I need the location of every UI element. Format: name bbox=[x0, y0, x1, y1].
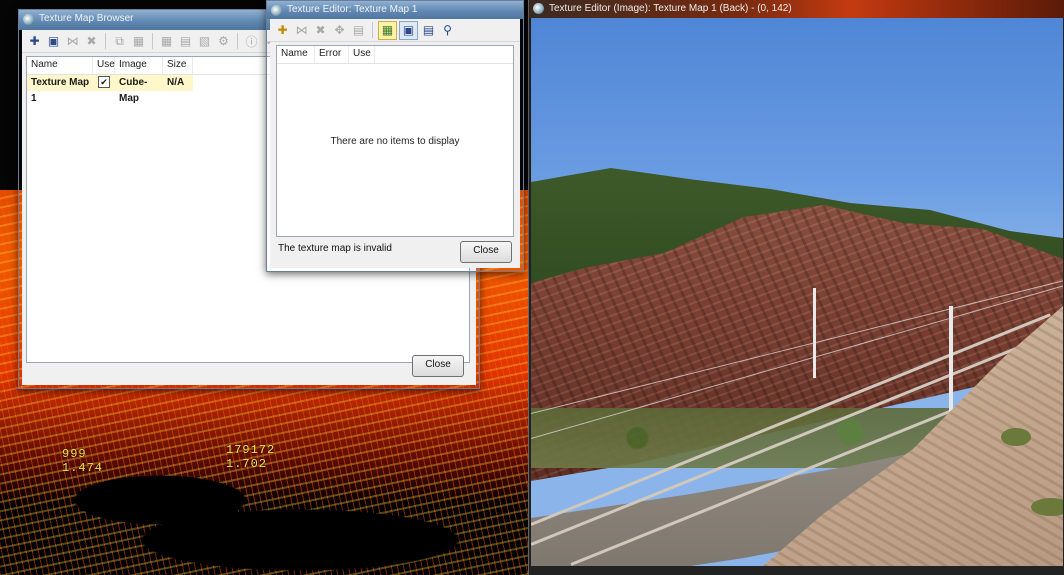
image-view-icon[interactable]: ▣ bbox=[399, 20, 418, 40]
checkbox-icon[interactable]: ✔ bbox=[98, 76, 110, 88]
settings-icon[interactable]: ⚙ bbox=[215, 33, 232, 50]
toolbar-separator bbox=[152, 33, 153, 49]
image-icon[interactable]: ▧ bbox=[196, 33, 213, 50]
editor-title: Texture Editor: Texture Map 1 bbox=[287, 4, 418, 15]
photo-pole bbox=[813, 288, 816, 378]
delete-icon[interactable]: ✖ bbox=[312, 22, 329, 39]
delete-icon[interactable]: ✖ bbox=[83, 33, 100, 50]
point-label-1-id: 999 bbox=[62, 447, 87, 461]
browser-close-button[interactable]: Close bbox=[412, 355, 464, 377]
toolbar-separator bbox=[105, 33, 106, 49]
editor-close-button[interactable]: Close bbox=[460, 241, 512, 263]
grid-icon[interactable]: ▦ bbox=[158, 33, 175, 50]
add-icon[interactable]: ✚ bbox=[26, 33, 43, 50]
link-icon[interactable]: ⋈ bbox=[293, 22, 310, 39]
texture-image-title: Texture Editor (Image): Texture Map 1 (B… bbox=[549, 3, 792, 14]
point-label-2-id: 179172 bbox=[226, 443, 276, 457]
add-camera-icon[interactable]: ▣ bbox=[45, 33, 62, 50]
link-icon[interactable]: ⋈ bbox=[64, 33, 81, 50]
toolbar-separator bbox=[372, 22, 373, 38]
photo-pole bbox=[949, 306, 953, 426]
document-icon[interactable]: ▤ bbox=[350, 22, 367, 39]
app-icon bbox=[533, 3, 544, 14]
photo-scrub bbox=[1001, 428, 1031, 446]
column-name[interactable]: Name bbox=[27, 57, 93, 74]
move-icon[interactable]: ✥ bbox=[331, 22, 348, 39]
column-size[interactable]: Size bbox=[163, 57, 193, 74]
texture-editor-window[interactable]: Texture Editor: Texture Map 1 ✚ ⋈ ✖ ✥ ▤ … bbox=[266, 0, 524, 272]
editor-toolbar: ✚ ⋈ ✖ ✥ ▤ ▦ ▣ ▤ ⚲ bbox=[270, 19, 520, 42]
browser-title: Texture Map Browser bbox=[39, 13, 134, 24]
grid-toggle-icon[interactable]: ▦ bbox=[378, 20, 397, 40]
photo-scrub bbox=[1031, 498, 1063, 516]
editor-body: ✚ ⋈ ✖ ✥ ▤ ▦ ▣ ▤ ⚲ Name Error Use There a… bbox=[270, 19, 520, 268]
app-icon bbox=[271, 5, 282, 16]
point-label-2: 179172 1.702 bbox=[226, 443, 275, 471]
row-use-checkbox[interactable]: ✔ bbox=[93, 75, 115, 91]
list-header: Name Error Use bbox=[277, 46, 513, 64]
column-error[interactable]: Error bbox=[315, 46, 349, 63]
table-row[interactable]: Texture Map 1 ✔ Cube-Map N/A bbox=[27, 75, 193, 104]
editor-titlebar[interactable]: Texture Editor: Texture Map 1 bbox=[267, 1, 523, 19]
toolbar-separator bbox=[237, 33, 238, 49]
texture-photo[interactable] bbox=[531, 18, 1063, 566]
add-item-icon[interactable]: ✚ bbox=[274, 22, 291, 39]
texture-item-list[interactable]: Name Error Use There are no items to dis… bbox=[276, 45, 514, 237]
column-use[interactable]: Use bbox=[93, 57, 115, 74]
point-label-2-value: 1.702 bbox=[226, 457, 268, 471]
row-image: Cube-Map bbox=[119, 77, 148, 104]
copy-icon[interactable]: ⧉ bbox=[111, 33, 128, 50]
point-label-1: 999 1.474 bbox=[62, 447, 103, 475]
column-use[interactable]: Use bbox=[349, 46, 375, 63]
export-icon[interactable]: ▤ bbox=[177, 33, 194, 50]
texture-image-titlebar[interactable]: Texture Editor (Image): Texture Map 1 (B… bbox=[529, 0, 1064, 18]
info-icon[interactable]: ⓘ bbox=[243, 33, 260, 50]
texture-image-window[interactable]: Texture Editor (Image): Texture Map 1 (B… bbox=[528, 0, 1064, 575]
app-icon bbox=[23, 14, 34, 25]
editor-status-text: The texture map is invalid bbox=[278, 243, 392, 254]
point-label-1-value: 1.474 bbox=[62, 461, 104, 475]
row-size: N/A bbox=[167, 77, 185, 88]
column-name[interactable]: Name bbox=[277, 46, 315, 63]
paste-icon[interactable]: ▦ bbox=[130, 33, 147, 50]
help-icon[interactable]: ⚲ bbox=[439, 22, 456, 39]
empty-list-message: There are no items to display bbox=[330, 136, 460, 147]
row-name: Texture Map 1 bbox=[31, 77, 90, 104]
column-image[interactable]: Image bbox=[115, 57, 163, 74]
properties-icon[interactable]: ▤ bbox=[420, 22, 437, 39]
